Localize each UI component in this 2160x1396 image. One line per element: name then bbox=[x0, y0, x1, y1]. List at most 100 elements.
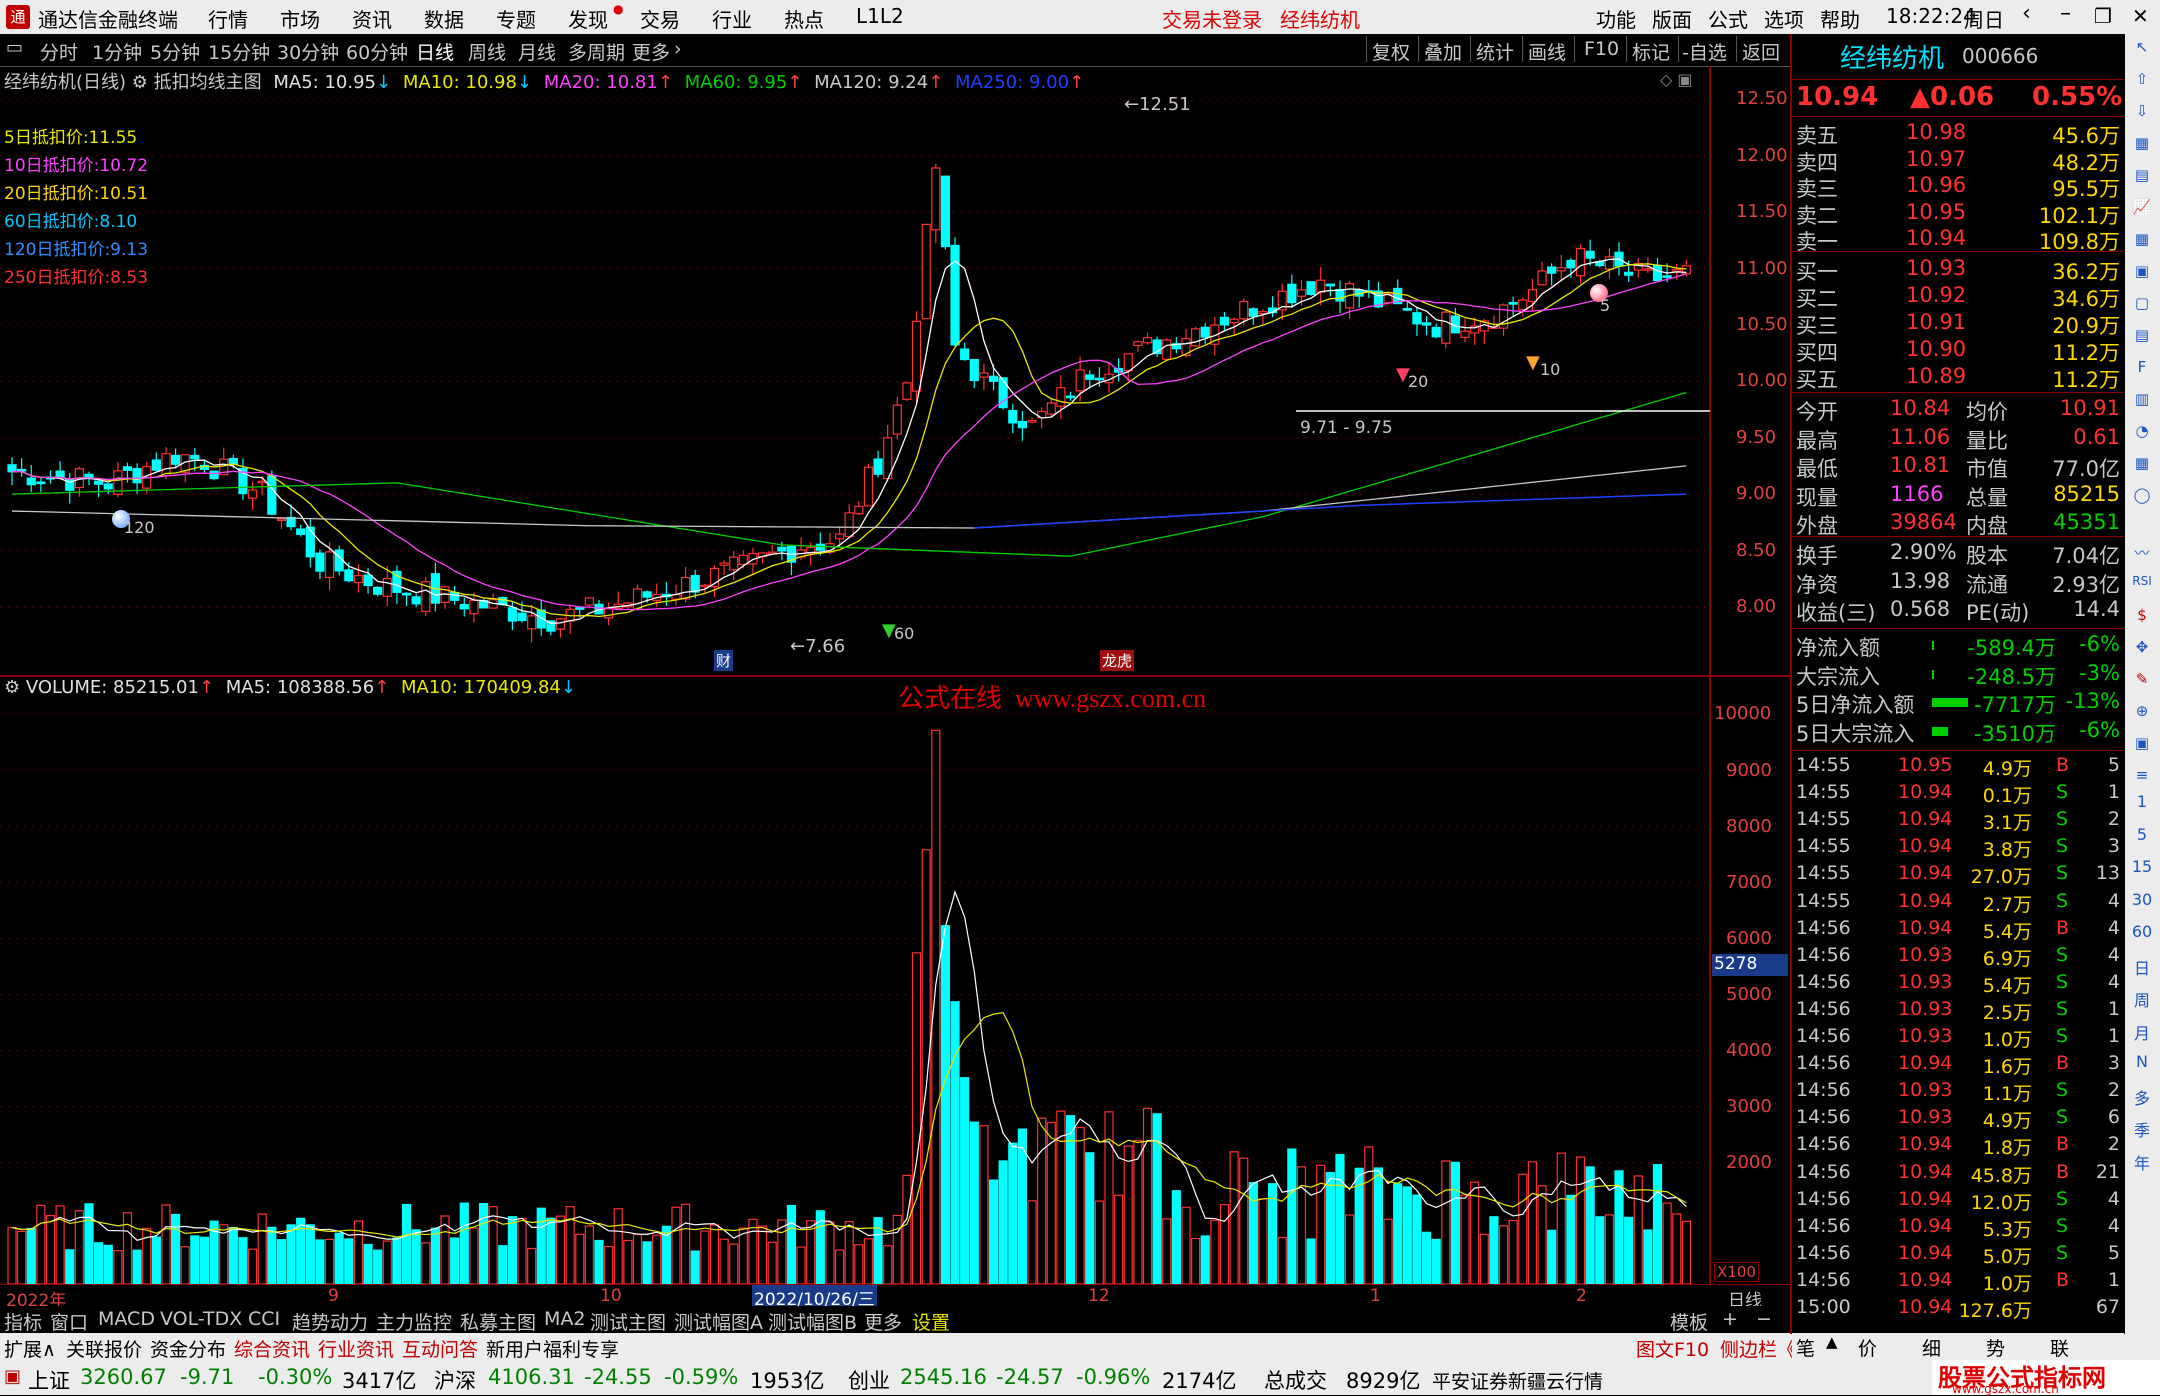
menu-shichang[interactable]: 市场 bbox=[280, 4, 320, 33]
menu-l1l2[interactable]: L1L2 bbox=[856, 4, 904, 28]
menu-jiaoyi[interactable]: 交易 bbox=[640, 4, 680, 33]
period-monthly[interactable]: 月线 bbox=[518, 38, 556, 65]
back-icon[interactable]: ‹ bbox=[2022, 1, 2031, 26]
menu-shuju[interactable]: 数据 bbox=[424, 4, 464, 33]
tab-lian[interactable]: 联 bbox=[2050, 1334, 2069, 1361]
tool-biaoji[interactable]: 标记 bbox=[1632, 38, 1670, 65]
tool-fuquan[interactable]: 复权 bbox=[1372, 38, 1410, 65]
add-window-button[interactable]: + bbox=[1722, 1308, 1738, 1330]
tab-chuangkou[interactable]: 窗口 bbox=[50, 1308, 88, 1335]
tick-row[interactable]: 14:56 10.94 5.3万 S 4 bbox=[1792, 1215, 2124, 1242]
circle-icon[interactable]: ◯ bbox=[2131, 486, 2153, 508]
period-shortcut[interactable]: 日 bbox=[2131, 955, 2153, 978]
tab-simu[interactable]: 私募主图 bbox=[460, 1308, 536, 1335]
tick-row[interactable]: 14:56 10.93 5.4万 S 4 bbox=[1792, 971, 2124, 998]
tick-row[interactable]: 14:56 10.94 1.0万 B 1 bbox=[1792, 1269, 2124, 1296]
tab-jia[interactable]: 价 bbox=[1858, 1334, 1877, 1361]
period-multi[interactable]: 多周期 bbox=[568, 38, 625, 65]
ask-row-4[interactable]: 卖四 10.97 48.2万 bbox=[1792, 147, 2124, 175]
rsi-icon[interactable]: RSI bbox=[2131, 574, 2153, 596]
restore-icon[interactable]: ❐ bbox=[2094, 4, 2112, 28]
menu-bangzhu[interactable]: 帮助 bbox=[1820, 4, 1860, 33]
tool-diejia[interactable]: 叠加 bbox=[1424, 38, 1462, 65]
list-icon[interactable]: ▤ bbox=[2131, 166, 2153, 188]
tab-news[interactable]: 综合资讯 bbox=[234, 1335, 310, 1362]
period-shortcut[interactable]: 15 bbox=[2131, 857, 2153, 879]
period-shortcut[interactable]: N bbox=[2131, 1052, 2153, 1074]
indicator-name[interactable]: 抵扣均线主图 bbox=[154, 72, 262, 93]
tool-f10[interactable]: F10 bbox=[1584, 38, 1619, 60]
tick-row[interactable]: 14:55 10.94 3.1万 S 2 bbox=[1792, 808, 2124, 835]
tab-test-main[interactable]: 测试主图 bbox=[590, 1308, 666, 1335]
tab-test-a[interactable]: 测试幅图A bbox=[674, 1308, 763, 1335]
tick-row[interactable]: 14:56 10.93 4.9万 S 6 bbox=[1792, 1106, 2124, 1133]
period-shortcut[interactable]: 30 bbox=[2131, 890, 2153, 912]
login-status[interactable]: 交易未登录 bbox=[1162, 4, 1262, 33]
collapse-icon[interactable]: ◇ ▣ bbox=[1660, 70, 1693, 89]
finance-tag[interactable]: 财 bbox=[714, 650, 734, 671]
period-shortcut[interactable]: 5 bbox=[2131, 825, 2153, 847]
tab-industry-news[interactable]: 行业资讯 bbox=[318, 1335, 394, 1362]
tab-qushi[interactable]: 趋势动力 bbox=[292, 1308, 368, 1335]
period-shortcut[interactable]: 多 bbox=[2131, 1085, 2153, 1108]
tab-vol-tdx[interactable]: VOL-TDX bbox=[160, 1308, 242, 1330]
tab-sidebar[interactable]: 侧边栏《 bbox=[1720, 1335, 1796, 1362]
tick-row[interactable]: 14:56 10.93 1.0万 S 1 bbox=[1792, 1025, 2124, 1052]
chevron-right-icon[interactable]: › bbox=[674, 38, 682, 60]
tab-more[interactable]: 更多 bbox=[864, 1308, 902, 1335]
menu-zixun[interactable]: 资讯 bbox=[352, 4, 392, 33]
doc-icon[interactable]: ▤ bbox=[2131, 326, 2153, 348]
tab-cci[interactable]: CCI bbox=[248, 1308, 280, 1330]
move-icon[interactable]: ✥ bbox=[2131, 638, 2153, 660]
zoom-in-icon[interactable]: ⊕ bbox=[2131, 702, 2153, 724]
vol-settings-icon[interactable]: ⚙ bbox=[4, 677, 20, 698]
pen-icon[interactable]: ✎ bbox=[2131, 670, 2153, 692]
cy-name[interactable]: 创业 bbox=[848, 1365, 890, 1395]
dragon-tiger-tag[interactable]: 龙虎 bbox=[1100, 650, 1135, 671]
bid-row-2[interactable]: 买二 10.92 34.6万 bbox=[1792, 283, 2124, 311]
tab-related-quotes[interactable]: 关联报价 bbox=[66, 1335, 142, 1362]
tick-row[interactable]: 14:56 10.93 1.1万 S 2 bbox=[1792, 1079, 2124, 1106]
tool-huaxian[interactable]: 画线 bbox=[1528, 38, 1566, 65]
flow-row-1[interactable]: 大宗流入 -248.5万 -3% bbox=[1792, 661, 2124, 689]
f10-icon[interactable]: F bbox=[2131, 358, 2153, 380]
period-shortcut[interactable]: 年 bbox=[2131, 1150, 2153, 1173]
stat-row-3[interactable]: 现量 1166 总量 85215 bbox=[1792, 482, 2124, 510]
down-arrow-icon[interactable]: ⇩ bbox=[2131, 102, 2153, 124]
tab-bi[interactable]: 笔 bbox=[1796, 1334, 1815, 1361]
bid-row-5[interactable]: 买五 10.89 11.2万 bbox=[1792, 364, 2124, 392]
period-15min[interactable]: 15分钟 bbox=[208, 38, 270, 65]
bid-row-4[interactable]: 买四 10.90 11.2万 bbox=[1792, 337, 2124, 365]
period-more[interactable]: 更多 bbox=[632, 38, 670, 65]
tick-row[interactable]: 14:55 10.94 27.0万 S 13 bbox=[1792, 862, 2124, 889]
tick-row[interactable]: 14:55 10.94 0.1万 S 1 bbox=[1792, 781, 2124, 808]
sh-name[interactable]: 上证 bbox=[28, 1365, 70, 1395]
tick-row[interactable]: 15:00 10.94 127.6万 67 bbox=[1792, 1296, 2124, 1323]
close-icon[interactable]: ✕ bbox=[2132, 4, 2149, 28]
tab-fund-distribution[interactable]: 资金分布 bbox=[150, 1335, 226, 1362]
period-shortcut[interactable]: 60 bbox=[2131, 922, 2153, 944]
menu-xuanxiang[interactable]: 选项 bbox=[1764, 4, 1804, 33]
tab-test-b[interactable]: 测试幅图B bbox=[768, 1308, 857, 1335]
grid2-icon[interactable]: ▦ bbox=[2131, 454, 2153, 476]
stat-row-1[interactable]: 最高 11.06 量比 0.61 bbox=[1792, 425, 2124, 453]
flow-row-0[interactable]: 净流入额 -589.4万 -6% bbox=[1792, 632, 2124, 660]
stat-row-0[interactable]: 今开 10.84 均价 10.91 bbox=[1792, 396, 2124, 424]
period-shortcut[interactable]: 1 bbox=[2131, 792, 2153, 814]
ask-row-5[interactable]: 卖五 10.98 45.6万 bbox=[1792, 120, 2124, 148]
tab-ma2[interactable]: MA2 bbox=[544, 1308, 585, 1330]
tool-tongji[interactable]: 统计 bbox=[1476, 38, 1514, 65]
tick-row[interactable]: 14:56 10.94 5.0万 S 5 bbox=[1792, 1242, 2124, 1269]
period-30min[interactable]: 30分钟 bbox=[277, 38, 339, 65]
table-icon[interactable]: ▦ bbox=[2131, 230, 2153, 252]
tick-row[interactable]: 14:56 10.94 12.0万 S 4 bbox=[1792, 1188, 2124, 1215]
lines-icon[interactable]: ≡ bbox=[2131, 766, 2153, 788]
up-arrow-icon[interactable]: ⇧ bbox=[2131, 70, 2153, 92]
menu-gongneng[interactable]: 功能 bbox=[1596, 4, 1636, 33]
expand-icon[interactable]: ↖ bbox=[2131, 38, 2153, 60]
tab-settings[interactable]: 设置 bbox=[912, 1308, 950, 1335]
period-1min[interactable]: 1分钟 bbox=[92, 38, 142, 65]
menu-hangqing[interactable]: 行情 bbox=[208, 4, 248, 33]
period-daily[interactable]: 日线 bbox=[416, 38, 454, 65]
ask-row-2[interactable]: 卖二 10.95 102.1万 bbox=[1792, 200, 2124, 228]
